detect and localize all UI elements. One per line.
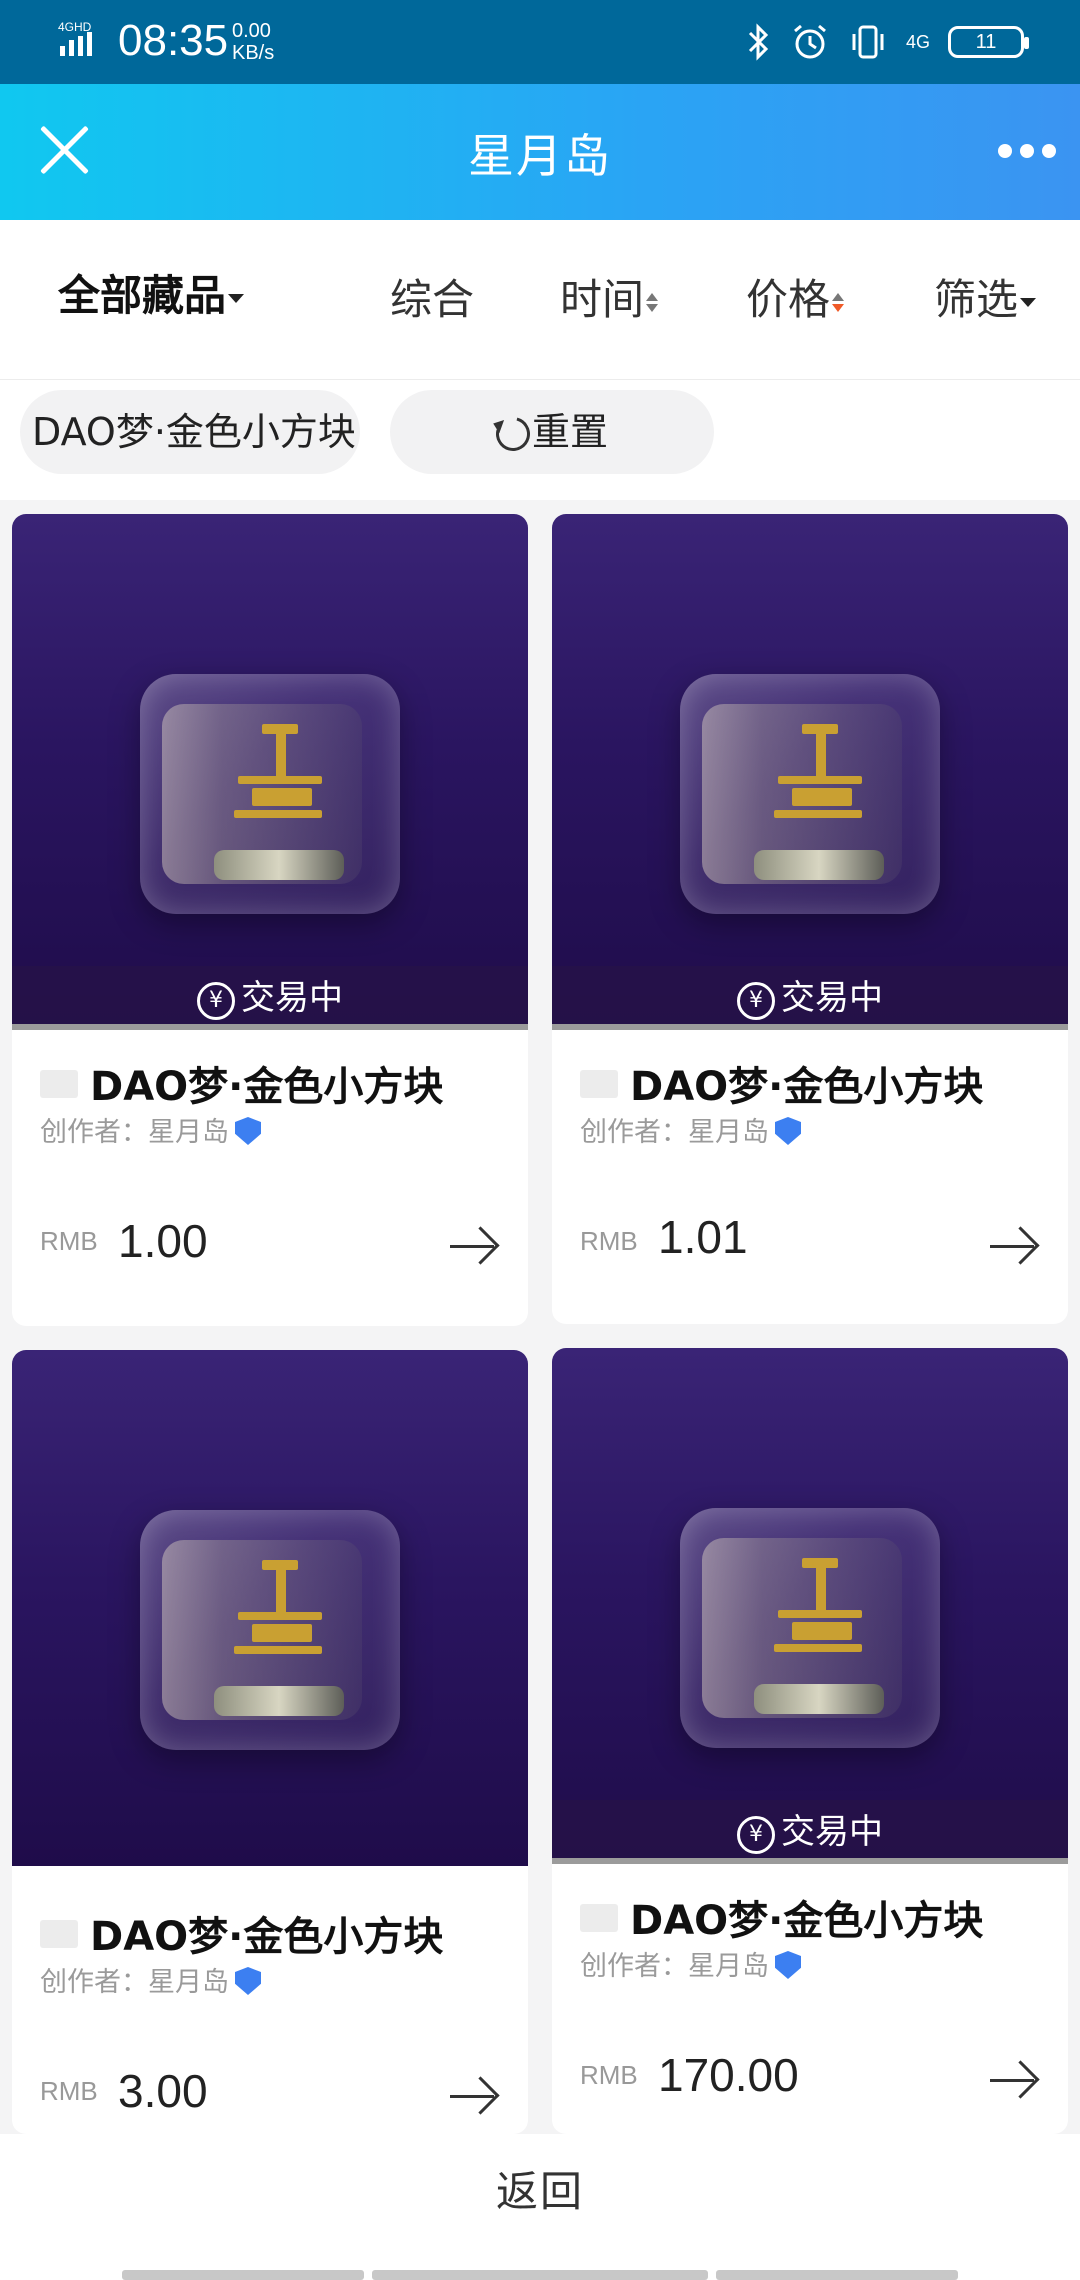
product-author: 创作者：星月岛: [40, 1960, 261, 1999]
cube-artwork: [680, 1508, 940, 1748]
sort-comprehensive[interactable]: 综合: [390, 266, 474, 327]
currency-label: RMB: [580, 1226, 638, 1256]
trading-status: ¥ 交易中: [552, 966, 1068, 1030]
battery-icon: 11: [948, 26, 1029, 58]
sort-price-label: 价格: [746, 275, 831, 324]
verified-badge-icon: [775, 1117, 801, 1145]
refresh-icon: [489, 410, 537, 458]
yen-icon: ¥: [737, 1816, 775, 1854]
product-image: ¥ 交易中: [12, 514, 528, 1030]
nav-bar-segment: [372, 2270, 708, 2280]
product-author-label: 创作者：星月岛: [40, 1117, 229, 1148]
arrow-right-icon[interactable]: [450, 2076, 498, 2116]
product-name-label: DAO梦·金色小方块: [630, 1064, 984, 1110]
bottom-bar: 返回: [0, 2134, 1080, 2280]
net-speed-value: 0.00: [232, 20, 271, 42]
product-card[interactable]: ¥ 交易中 DAO梦·金色小方块 创作者：星月岛 RMB 1.00: [12, 514, 528, 1326]
chevron-down-icon: [1020, 298, 1037, 307]
vibrate-icon: [852, 25, 884, 59]
network-type: 4GHD: [58, 20, 92, 34]
reset-label: 重置: [531, 410, 608, 454]
tag-icon: [580, 1070, 618, 1098]
tag-icon: [40, 1920, 78, 1948]
trading-status: ¥ 交易中: [552, 1800, 1068, 1864]
net-speed: 0.00 KB/s: [232, 20, 274, 64]
arrow-right-icon[interactable]: [450, 1226, 498, 1266]
yen-icon: ¥: [737, 982, 775, 1020]
sort-bar: 全部藏品 综合 时间 价格 筛选: [0, 220, 1080, 380]
verified-badge-icon: [235, 1117, 261, 1145]
sort-arrows-icon: [832, 292, 845, 314]
product-price: 3.00: [118, 2065, 208, 2117]
product-image: [12, 1350, 528, 1866]
nav-bar-segment: [122, 2270, 364, 2280]
tag-icon: [580, 1904, 618, 1932]
header: 星月岛: [0, 84, 1080, 220]
currency-label: RMB: [40, 1226, 98, 1256]
reset-button[interactable]: 重置: [390, 390, 714, 474]
trading-status-label: 交易中: [241, 978, 343, 1018]
sort-comprehensive-label: 综合: [390, 275, 475, 324]
product-author-label: 创作者：星月岛: [580, 1117, 769, 1148]
sort-time[interactable]: 时间: [560, 266, 659, 327]
product-author-label: 创作者：星月岛: [580, 1951, 769, 1982]
verified-badge-icon: [775, 1951, 801, 1979]
trading-status-label: 交易中: [781, 978, 883, 1018]
product-author: 创作者：星月岛: [580, 1110, 801, 1149]
nav-bar-segment: [716, 2270, 958, 2280]
currency-label: RMB: [580, 2060, 638, 2090]
back-button[interactable]: 返回: [496, 2158, 584, 2219]
product-author: 创作者：星月岛: [40, 1110, 261, 1149]
cube-artwork: [680, 674, 940, 914]
product-price: 1.01: [658, 1211, 748, 1263]
more-icon[interactable]: [998, 144, 1056, 158]
product-name: DAO梦·金色小方块: [580, 1888, 983, 1946]
all-collections-label: 全部藏品: [58, 271, 227, 320]
sort-arrows-icon: [646, 292, 659, 314]
sort-price[interactable]: 价格: [746, 266, 845, 327]
yen-icon: ¥: [197, 982, 235, 1020]
cube-artwork: [140, 1510, 400, 1750]
net-speed-unit: KB/s: [232, 42, 275, 64]
clock: 08:35: [118, 16, 229, 65]
sort-time-label: 时间: [560, 275, 645, 324]
filter-label: 筛选: [934, 275, 1019, 324]
alarm-icon: [794, 24, 826, 59]
product-price: 1.00: [118, 1215, 208, 1267]
page-title: 星月岛: [468, 129, 612, 183]
all-collections-dropdown[interactable]: 全部藏品: [58, 262, 245, 323]
arrow-right-icon[interactable]: [990, 1226, 1038, 1266]
tag-icon: [40, 1070, 78, 1098]
product-name-label: DAO梦·金色小方块: [630, 1898, 984, 1944]
filter-row: DAO梦·金色小方块 重置: [0, 380, 1080, 500]
filter-dropdown[interactable]: 筛选: [934, 266, 1037, 327]
active-filter-label: DAO梦·金色小方块: [32, 410, 356, 454]
trading-status-label: 交易中: [781, 1812, 883, 1852]
verified-badge-icon: [235, 1967, 261, 1995]
chevron-down-icon: [228, 294, 245, 303]
product-card[interactable]: DAO梦·金色小方块 创作者：星月岛 RMB 3.00: [12, 1350, 528, 2134]
status-icons: 4G 11: [746, 18, 1029, 66]
trading-status: ¥ 交易中: [12, 966, 528, 1030]
status-bar: 4GHD 08:35 0.00 KB/s 4G 11: [0, 0, 1080, 84]
product-name: DAO梦·金色小方块: [580, 1054, 983, 1112]
product-image: ¥ 交易中: [552, 514, 1068, 1030]
bluetooth-icon: [748, 23, 769, 61]
product-card[interactable]: ¥ 交易中 DAO梦·金色小方块 创作者：星月岛 RMB 1.01: [552, 514, 1068, 1324]
product-name: DAO梦·金色小方块: [40, 1054, 443, 1112]
product-name-label: DAO梦·金色小方块: [90, 1914, 444, 1960]
active-filter-chip[interactable]: DAO梦·金色小方块: [20, 390, 360, 474]
product-price: 170.00: [658, 2049, 799, 2101]
cube-artwork: [140, 674, 400, 914]
product-image: ¥ 交易中: [552, 1348, 1068, 1864]
product-name-label: DAO梦·金色小方块: [90, 1064, 444, 1110]
product-card[interactable]: ¥ 交易中 DAO梦·金色小方块 创作者：星月岛 RMB 170.00: [552, 1348, 1068, 2134]
product-name: DAO梦·金色小方块: [40, 1904, 443, 1962]
product-author: 创作者：星月岛: [580, 1944, 801, 1983]
arrow-right-icon[interactable]: [990, 2060, 1038, 2100]
signal-icon: 4GHD: [58, 20, 92, 56]
mobile-data-label: 4G: [905, 32, 930, 52]
product-author-label: 创作者：星月岛: [40, 1967, 229, 1998]
currency-label: RMB: [40, 2076, 98, 2106]
